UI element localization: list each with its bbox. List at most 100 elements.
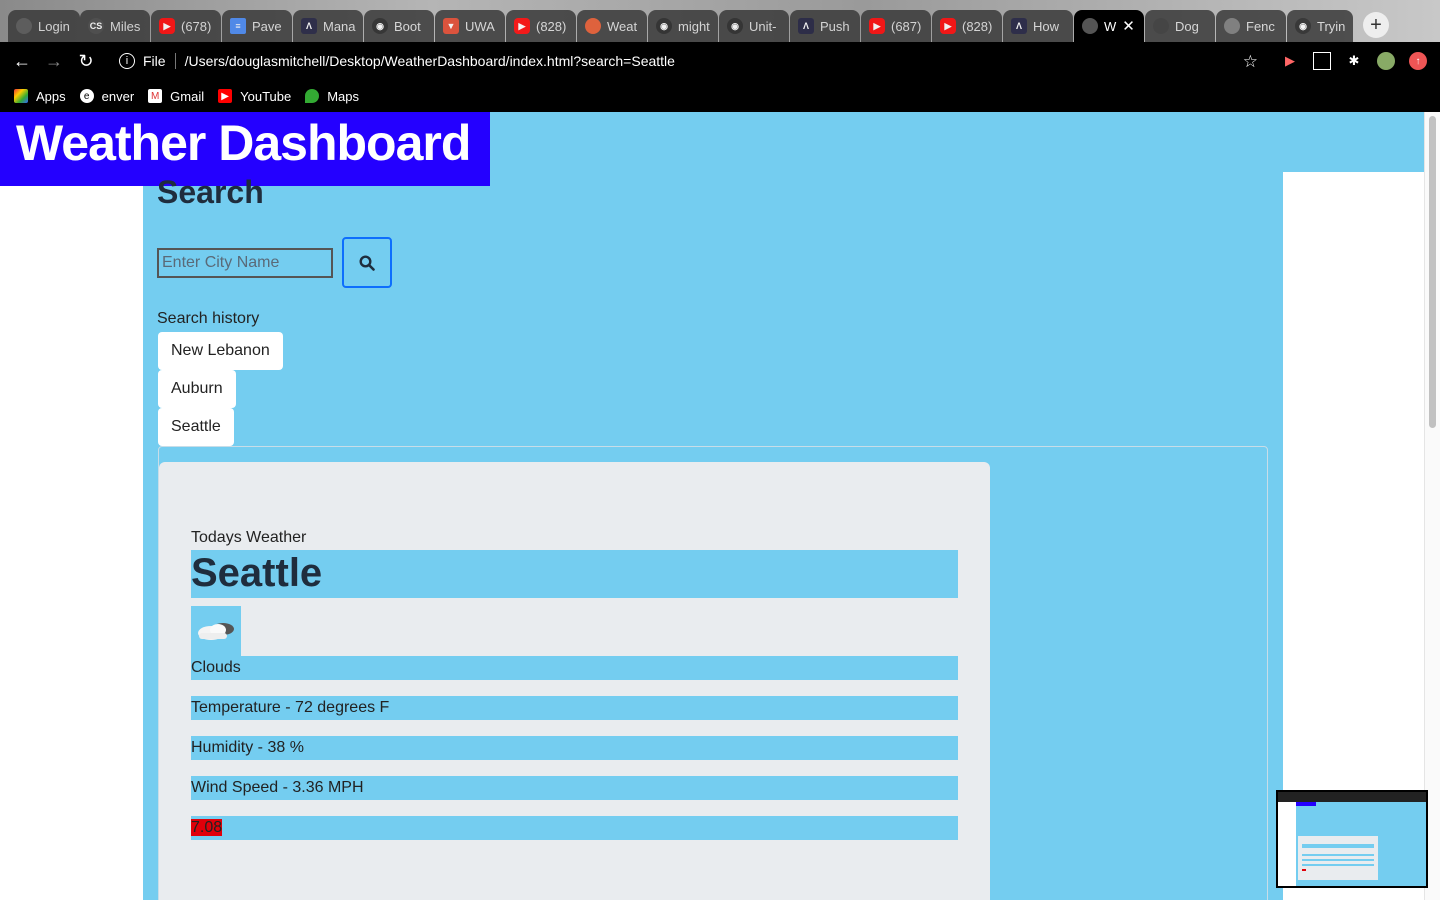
arrow-right-icon: → <box>45 50 63 71</box>
docs-icon: ≡ <box>230 18 246 34</box>
browser-tab[interactable]: Dog <box>1145 10 1215 42</box>
leaf-icon <box>1224 18 1240 34</box>
tab-label: (687) <box>891 18 922 34</box>
search-input[interactable] <box>157 248 333 278</box>
browser-tab[interactable]: ◉ Tryin <box>1287 10 1353 42</box>
browser-tab[interactable]: ▶ (828) <box>506 10 576 42</box>
browser-tab[interactable]: Login <box>8 10 80 42</box>
browser-tab[interactable]: ▼ UWA <box>435 10 505 42</box>
tab-label: Boot <box>394 18 421 34</box>
youtube-icon: ▶ <box>514 18 530 34</box>
bookmark-star-icon[interactable]: ☆ <box>1243 52 1258 72</box>
browser-tab[interactable]: Weat <box>577 10 647 42</box>
bookmark-gmail[interactable]: M Gmail <box>148 89 204 104</box>
browser-tab[interactable]: Fenc <box>1216 10 1286 42</box>
globe-icon <box>1082 18 1098 34</box>
tab-label: (828) <box>962 18 993 34</box>
screenshot-preview-thumbnail[interactable] <box>1276 790 1428 888</box>
bookmark-youtube[interactable]: ▶ YouTube <box>218 89 291 104</box>
avatar[interactable] <box>1377 52 1395 70</box>
forward-button[interactable]: → <box>38 45 70 77</box>
tab-label: Login <box>38 18 70 34</box>
app-icon: Λ <box>798 18 814 34</box>
gitlab-icon: ▼ <box>443 18 459 34</box>
tab-label: UWA <box>465 18 495 34</box>
history-item-seattle[interactable]: Seattle <box>158 408 234 446</box>
youtube-icon: ▶ <box>218 89 233 103</box>
bookmark-label: Gmail <box>170 88 205 104</box>
bookmark-maps[interactable]: Maps <box>305 89 359 104</box>
info-icon[interactable]: i <box>119 53 135 69</box>
history-item-auburn[interactable]: Auburn <box>158 370 236 408</box>
youtube-icon: ▶ <box>940 18 956 34</box>
browser-tab[interactable]: Λ Push <box>790 10 860 42</box>
address-scheme: File <box>143 53 166 69</box>
cs-icon: CS <box>88 18 104 34</box>
gmail-icon: M <box>148 89 163 103</box>
screenshot-extension-icon[interactable] <box>1313 52 1331 70</box>
tab-label: Push <box>820 18 850 34</box>
app-icon: Λ <box>301 18 317 34</box>
new-tab-button[interactable]: + <box>1363 12 1389 38</box>
city-name: Seattle <box>191 551 323 595</box>
github-icon: ◉ <box>727 18 743 34</box>
tab-label: Tryin <box>1317 18 1346 34</box>
back-button[interactable]: ← <box>6 45 38 77</box>
history-item-new-lebanon[interactable]: New Lebanon <box>158 332 283 370</box>
bookmark-enver[interactable]: e enver <box>79 89 134 104</box>
github-icon: ◉ <box>656 18 672 34</box>
uv-index-badge: 7.08 <box>191 819 223 836</box>
browser-tab-active[interactable]: W ✕ <box>1074 10 1144 42</box>
browser-tab[interactable]: ◉ might <box>648 10 718 42</box>
tab-label: (828) <box>536 18 567 34</box>
youtube-icon: ▶ <box>869 18 885 34</box>
weather-icon <box>585 18 601 34</box>
search-icon <box>359 254 375 271</box>
address-bar[interactable]: i File /Users/douglasmitchell/Desktop/We… <box>112 47 1272 75</box>
weather-description: Clouds <box>191 656 958 680</box>
youtube-icon: ▶ <box>159 18 175 34</box>
search-heading: Search <box>157 174 264 210</box>
today-weather-label: Todays Weather <box>191 529 307 546</box>
weather-icon-box <box>191 606 241 656</box>
browser-tab[interactable]: Λ How <box>1003 10 1073 42</box>
uv-index-row: 7.08 <box>191 816 958 840</box>
puzzle-icon[interactable]: ✱ <box>1345 52 1363 70</box>
bookmark-label: Apps <box>36 88 66 104</box>
tab-label: Miles <box>110 18 141 34</box>
browser-tab[interactable]: ◉ Unit- <box>719 10 789 42</box>
address-url[interactable]: /Users/douglasmitchell/Desktop/WeatherDa… <box>185 53 675 69</box>
reload-button[interactable]: ↻ <box>70 45 102 77</box>
browser-tab[interactable]: ≡ Pave <box>222 10 292 42</box>
browser-tab[interactable]: ▶ (828) <box>932 10 1002 42</box>
tab-label: (678) <box>181 18 212 34</box>
github-icon: ◉ <box>1295 18 1311 34</box>
browser-tab[interactable]: ▶ (678) <box>151 10 221 42</box>
tab-label: How <box>1033 18 1060 34</box>
browser-tab[interactable]: ◉ Boot <box>364 10 434 42</box>
browser-tab[interactable]: CS Miles <box>80 10 150 42</box>
tab-label: might <box>678 18 710 34</box>
page-viewport: Weather Dashboard Search Search history … <box>0 112 1424 900</box>
close-icon[interactable]: ✕ <box>1122 17 1135 35</box>
scrollbar-thumb[interactable] <box>1429 116 1436 428</box>
globe-icon <box>16 18 32 34</box>
maps-icon <box>305 89 320 103</box>
update-icon[interactable]: ↑ <box>1409 52 1427 70</box>
page-scrollbar[interactable] <box>1424 112 1440 900</box>
dog-icon <box>1153 18 1169 34</box>
enver-icon: e <box>79 89 94 103</box>
bookmark-label: YouTube <box>240 88 292 104</box>
search-history-label: Search history <box>157 310 260 327</box>
browser-tab-strip: Login CS Miles ▶ (678) ≡ Pave Λ Mana ◉ Boot ▼… <box>0 0 1440 42</box>
browser-tab[interactable]: ▶ (687) <box>861 10 931 42</box>
browser-tab[interactable]: Λ Mana <box>293 10 363 42</box>
cloud-icon <box>198 623 234 640</box>
search-button[interactable] <box>342 237 392 288</box>
reload-icon: ↻ <box>78 50 94 71</box>
bookmark-apps[interactable]: Apps <box>14 89 66 104</box>
apps-grid-icon <box>14 89 28 103</box>
bookmark-label: Maps <box>327 88 360 104</box>
extension-icon[interactable]: ▶ <box>1281 52 1299 70</box>
tab-label: W <box>1104 18 1117 34</box>
